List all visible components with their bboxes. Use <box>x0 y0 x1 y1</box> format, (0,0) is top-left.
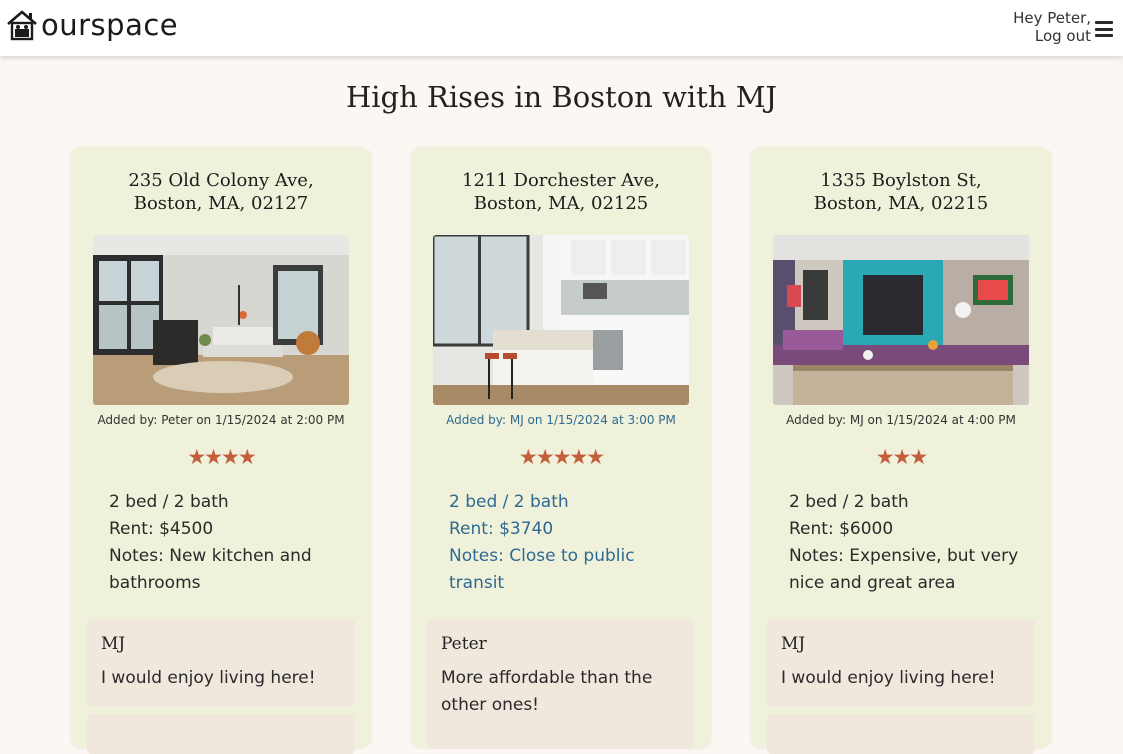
comment-box: MJ I would enjoy living here! <box>87 619 355 706</box>
star-rating-icon: ★★★ <box>875 445 928 469</box>
beds-baths: 2 bed / 2 bath <box>109 492 229 512</box>
address-line-2: Boston, MA, 02125 <box>473 193 649 214</box>
listing-details: 2 bed / 2 bath Rent: $3740 Notes: Close … <box>449 489 679 597</box>
comment-box-next <box>767 714 1035 754</box>
notes: Notes: Close to public transit <box>449 546 635 593</box>
comment-text: More affordable than the other ones! <box>441 668 653 715</box>
address-line-2: Boston, MA, 02127 <box>133 193 309 214</box>
comment-box-next <box>87 714 355 754</box>
address-line-1: 235 Old Colony Ave, <box>128 170 314 191</box>
brand-name: ourspace <box>41 8 179 42</box>
rent: Rent: $3740 <box>449 519 554 539</box>
address-line-1: 1335 Boylston St, <box>820 170 982 191</box>
listing-card[interactable]: 235 Old Colony Ave, Boston, MA, 02127 Ad… <box>71 147 371 754</box>
listing-details: 2 bed / 2 bath Rent: $6000 Notes: Expens… <box>789 489 1019 597</box>
hamburger-menu-icon[interactable] <box>1095 21 1113 37</box>
listing-details: 2 bed / 2 bath Rent: $4500 Notes: New ki… <box>109 489 339 597</box>
greeting-text: Hey Peter, <box>1013 9 1091 27</box>
listing-address: 1211 Dorchester Ave, Boston, MA, 02125 <box>421 169 701 215</box>
listing-address: 1335 Boylston St, Boston, MA, 02215 <box>761 169 1041 215</box>
comment-author: Peter <box>441 634 487 654</box>
rent: Rent: $4500 <box>109 519 214 539</box>
listing-photo[interactable] <box>93 235 349 405</box>
listing-photo[interactable] <box>773 235 1029 405</box>
listing-photo[interactable] <box>433 235 689 405</box>
comment-box: MJ I would enjoy living here! <box>767 619 1035 706</box>
user-greeting: Hey Peter, Log out <box>1013 9 1091 45</box>
comment-box: Peter More affordable than the other one… <box>427 619 695 749</box>
comment-author: MJ <box>781 634 806 654</box>
star-rating-icon: ★★★★★ <box>518 445 605 469</box>
logout-link[interactable]: Log out <box>1035 27 1091 45</box>
top-nav-bar: ourspace Hey Peter, Log out <box>0 0 1123 56</box>
rent: Rent: $6000 <box>789 519 894 539</box>
added-by-text: Added by: MJ on 1/15/2024 at 4:00 PM <box>786 413 1016 427</box>
comment-text: I would enjoy living here! <box>101 668 316 688</box>
house-logo-icon <box>7 10 37 41</box>
comment-text: I would enjoy living here! <box>781 668 996 688</box>
address-line-1: 1211 Dorchester Ave, <box>462 170 660 191</box>
listing-card[interactable]: 1211 Dorchester Ave, Boston, MA, 02125 A… <box>411 147 711 749</box>
listing-card[interactable]: 1335 Boylston St, Boston, MA, 02215 Adde… <box>751 147 1051 754</box>
notes: Notes: Expensive, but very nice and grea… <box>789 546 1019 593</box>
logo-link[interactable]: ourspace <box>6 5 178 45</box>
beds-baths: 2 bed / 2 bath <box>449 492 569 512</box>
comment-author: MJ <box>101 634 126 654</box>
star-rating-icon: ★★★★ <box>187 445 256 469</box>
notes: Notes: New kitchen and bathrooms <box>109 546 312 593</box>
page-title: High Rises in Boston with MJ <box>345 80 778 114</box>
beds-baths: 2 bed / 2 bath <box>789 492 909 512</box>
listing-address: 235 Old Colony Ave, Boston, MA, 02127 <box>81 169 361 215</box>
added-by-text: Added by: MJ on 1/15/2024 at 3:00 PM <box>446 413 676 427</box>
address-line-2: Boston, MA, 02215 <box>813 193 989 214</box>
added-by-text: Added by: Peter on 1/15/2024 at 2:00 PM <box>97 413 345 427</box>
